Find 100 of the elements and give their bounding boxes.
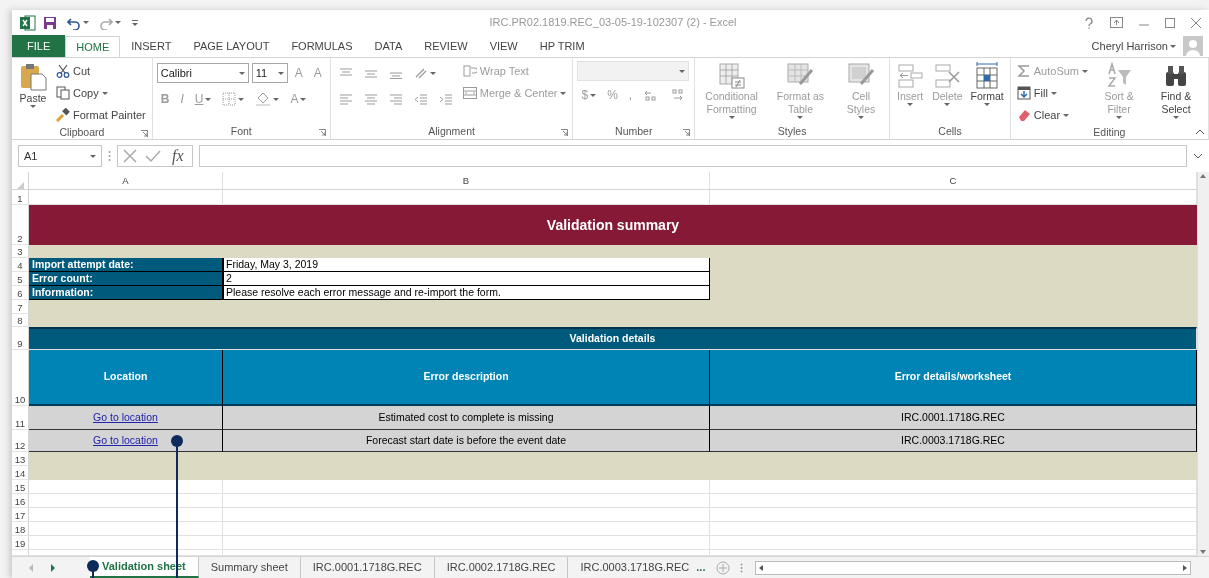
formula-field[interactable] bbox=[198, 145, 1187, 167]
grid-cell[interactable] bbox=[710, 522, 1197, 536]
ribbon-display-icon[interactable] bbox=[1110, 17, 1123, 28]
collapse-ribbon-icon[interactable] bbox=[1195, 129, 1205, 135]
ribbon-tab[interactable]: FILE bbox=[12, 35, 66, 57]
more-sheets-button[interactable]: ... bbox=[693, 557, 709, 578]
save-icon bbox=[43, 15, 57, 30]
splitter-handle-icon[interactable] bbox=[740, 562, 744, 573]
row-header[interactable]: 17 bbox=[12, 508, 29, 522]
column-header[interactable]: A bbox=[29, 172, 223, 189]
row-header[interactable]: 19 bbox=[12, 536, 29, 550]
row-header[interactable]: 5 bbox=[12, 272, 29, 286]
ribbon-tab[interactable]: FORMULAS bbox=[280, 35, 364, 57]
fill-down-icon bbox=[1016, 86, 1031, 100]
grid-cell[interactable] bbox=[710, 480, 1197, 494]
ribbon-tab[interactable]: HP TRIM bbox=[528, 35, 596, 57]
grid-cell[interactable] bbox=[223, 522, 710, 536]
grid-cell[interactable] bbox=[223, 494, 710, 508]
location-link[interactable]: Go to location bbox=[93, 409, 158, 426]
name-box[interactable]: A1 bbox=[18, 145, 102, 167]
sheet-tab[interactable]: IRC.0003.1718G.REC bbox=[568, 557, 694, 578]
ribbon-tab[interactable]: HOME bbox=[65, 36, 121, 58]
ribbon-button[interactable]: Format bbox=[968, 61, 1006, 107]
account-button[interactable]: Cheryl Harrison bbox=[1088, 35, 1179, 57]
dialog-launcher-icon[interactable] bbox=[561, 129, 569, 136]
row-header[interactable]: 8 bbox=[12, 314, 29, 327]
row-header[interactable]: 6 bbox=[12, 286, 29, 300]
close-icon[interactable] bbox=[1191, 17, 1201, 28]
dialog-launcher-icon[interactable] bbox=[683, 129, 691, 136]
ribbon-tab[interactable]: PAGE LAYOUT bbox=[182, 35, 281, 57]
ribbon-button[interactable]: Cut bbox=[54, 61, 148, 81]
add-sheet-icon[interactable] bbox=[716, 560, 731, 575]
ribbon-tab[interactable]: INSERT bbox=[120, 35, 183, 57]
scroll-up-icon[interactable] bbox=[1198, 172, 1208, 180]
sum-icon bbox=[1016, 64, 1031, 78]
column-header[interactable]: B bbox=[223, 172, 710, 189]
row-header[interactable]: 13 bbox=[12, 452, 29, 466]
field-value: Friday, May 3, 2019 bbox=[223, 258, 710, 272]
grid-cell[interactable] bbox=[710, 536, 1197, 550]
expand-icon[interactable] bbox=[1193, 153, 1203, 159]
next-sheet-icon[interactable] bbox=[50, 563, 56, 572]
customize-icon bbox=[131, 18, 139, 27]
caret-icon bbox=[1170, 44, 1176, 48]
vertical-scrollbar[interactable] bbox=[1197, 172, 1209, 556]
ribbon-button[interactable]: Format Painter bbox=[54, 105, 148, 125]
sheet-tab[interactable]: Summary sheet bbox=[198, 557, 301, 578]
row-header[interactable]: 18 bbox=[12, 522, 29, 536]
caret-icon bbox=[984, 103, 991, 106]
row-header[interactable]: 4 bbox=[12, 258, 29, 272]
dropdown-field[interactable]: Calibri bbox=[156, 63, 249, 83]
dialog-launcher-icon[interactable] bbox=[318, 129, 326, 136]
location-link[interactable]: Go to location bbox=[93, 432, 158, 449]
sheet-tab[interactable]: IRC.0001.1718G.REC bbox=[300, 557, 435, 578]
row-header[interactable]: 1 bbox=[12, 190, 29, 205]
ribbon-tab[interactable]: DATA bbox=[363, 35, 414, 57]
error-description: Forecast start date is before the event date bbox=[223, 430, 710, 452]
dialog-launcher-icon[interactable] bbox=[140, 130, 148, 137]
row-header[interactable]: 2 bbox=[12, 205, 29, 245]
ribbon-button[interactable]: Fill bbox=[1014, 83, 1091, 103]
sheet-tab[interactable]: IRC.0002.1718G.REC bbox=[434, 557, 569, 578]
row-header[interactable]: 12 bbox=[12, 430, 29, 452]
row-header[interactable]: 10 bbox=[12, 350, 29, 406]
ribbon-button[interactable]: Clear bbox=[1014, 105, 1091, 125]
caret-icon bbox=[429, 71, 436, 75]
ribbon-tab[interactable]: REVIEW bbox=[413, 35, 479, 57]
size-field[interactable]: 11 bbox=[251, 63, 288, 83]
horizontal-scrollbar[interactable] bbox=[755, 560, 1192, 575]
caret-icon bbox=[277, 71, 284, 75]
grid-cell[interactable] bbox=[29, 480, 223, 494]
ribbon-button[interactable]: Find & Select bbox=[1148, 61, 1204, 120]
grid-cell[interactable] bbox=[223, 508, 710, 522]
ribbon-tab[interactable]: VIEW bbox=[478, 35, 529, 57]
enter-icon[interactable] bbox=[145, 149, 161, 163]
grid-cell[interactable] bbox=[29, 494, 223, 508]
row-header[interactable]: 11 bbox=[12, 406, 29, 430]
column-title: Error details/worksheet bbox=[710, 350, 1197, 406]
align-middle-icon bbox=[363, 67, 378, 79]
grid-cell[interactable] bbox=[223, 536, 710, 550]
row-header[interactable]: 14 bbox=[12, 466, 29, 480]
grid-cell[interactable] bbox=[710, 494, 1197, 508]
caret-icon bbox=[238, 71, 245, 75]
ribbon-button[interactable]: Paste bbox=[16, 61, 50, 109]
group-label: Clipboard bbox=[59, 126, 105, 138]
redo-icon bbox=[99, 15, 113, 30]
grid-cell[interactable] bbox=[29, 536, 223, 550]
grid-cell[interactable] bbox=[710, 508, 1197, 522]
row-header[interactable]: 16 bbox=[12, 494, 29, 508]
grid-cell[interactable] bbox=[29, 508, 223, 522]
grid-cell[interactable] bbox=[223, 480, 710, 494]
previous-sheet-icon[interactable] bbox=[28, 563, 34, 572]
cancel-icon[interactable] bbox=[123, 149, 137, 163]
row-header[interactable]: 15 bbox=[12, 480, 29, 494]
help-icon[interactable] bbox=[1084, 16, 1094, 29]
fill-color-icon bbox=[255, 92, 272, 106]
grid-cell[interactable] bbox=[29, 522, 223, 536]
ribbon-button[interactable]: Copy bbox=[54, 83, 148, 103]
row-header[interactable]: 3 bbox=[12, 245, 29, 258]
row-header[interactable]: 7 bbox=[12, 300, 29, 314]
row-header[interactable]: 9 bbox=[12, 327, 29, 350]
maximize-icon[interactable] bbox=[1165, 17, 1175, 28]
